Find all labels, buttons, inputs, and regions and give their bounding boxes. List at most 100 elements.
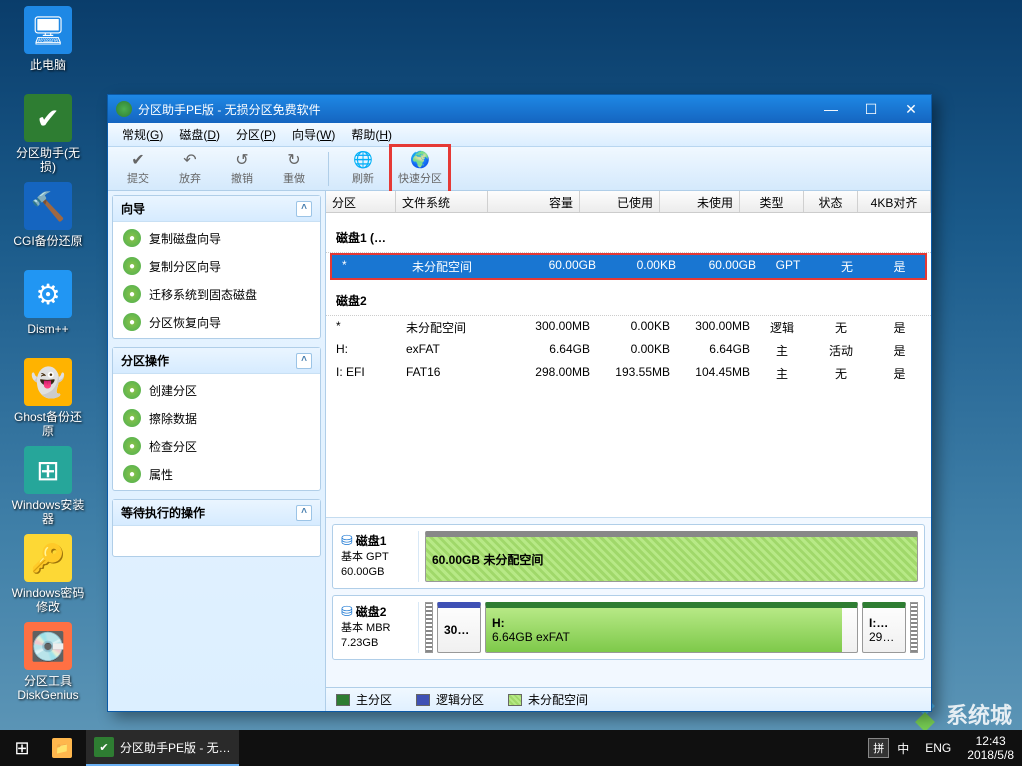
menubar: 常规(G)磁盘(D)分区(P)向导(W)帮助(H)	[108, 123, 931, 147]
panel-item[interactable]: ●创建分区	[113, 376, 320, 404]
toolbar-icon: ✔	[131, 152, 144, 170]
toolbar-放弃[interactable]: ↶放弃	[164, 149, 216, 189]
menu-D[interactable]: 磁盘(D)	[171, 126, 228, 143]
partition-row[interactable]: *未分配空间300.00MB0.00KB300.00MB逻辑无是	[326, 316, 931, 339]
desktop-icon-glyph: ⚙	[24, 270, 72, 318]
close-button[interactable]: ✕	[891, 95, 931, 123]
toolbar-提交[interactable]: ✔提交	[112, 149, 164, 189]
partition-row[interactable]: *未分配空间60.00GB0.00KB60.00GBGPT无是	[332, 255, 925, 278]
desktop-icon-5[interactable]: ⊞Windows安装器	[10, 446, 86, 526]
col-header[interactable]: 文件系统	[396, 191, 488, 212]
legend-unalloc: 未分配空间	[508, 691, 588, 708]
wizard-panel-body: ●复制磁盘向导●复制分区向导●迁移系统到固态磁盘●分区恢复向导	[113, 222, 320, 338]
desktop-icon-label: Windows密码修改	[10, 586, 86, 614]
desktop-icon-glyph: 🔑	[24, 534, 72, 582]
disk-segment[interactable]: 30…	[437, 602, 481, 653]
chevron-up-icon[interactable]: ˄	[296, 353, 312, 369]
ime-pinyin[interactable]: 拼	[868, 738, 889, 758]
ops-panel-title: 分区操作	[121, 352, 169, 369]
disk-segment[interactable]: I:…29…	[862, 602, 906, 653]
col-header[interactable]: 状态	[804, 191, 858, 212]
toolbar-快速分区[interactable]: 🌍快速分区	[394, 149, 446, 189]
wizard-icon: ●	[123, 381, 141, 399]
lang-ind[interactable]: ENG	[917, 741, 959, 755]
panel-item-label: 擦除数据	[149, 410, 197, 427]
toolbar-重做[interactable]: ↻重做	[268, 149, 320, 189]
panel-item[interactable]: ●检查分区	[113, 432, 320, 460]
pending-panel-header[interactable]: 等待执行的操作 ˄	[113, 500, 320, 526]
taskbar-explorer[interactable]: 📁	[44, 730, 86, 766]
ime-ind[interactable]: 中	[889, 740, 917, 757]
panel-item[interactable]: ●擦除数据	[113, 404, 320, 432]
wizard-icon: ●	[123, 313, 141, 331]
col-header[interactable]: 未使用	[660, 191, 740, 212]
desktop-icon-3[interactable]: ⚙Dism++	[10, 270, 86, 336]
menu-H[interactable]: 帮助(H)	[343, 126, 400, 143]
disk-segment[interactable]: 60.00GB 未分配空间	[425, 531, 918, 582]
desktop-icon-glyph: 🖥	[24, 6, 72, 54]
disk-map-block[interactable]: ⛁ 磁盘2基本 MBR7.23GB30…H:6.64GB exFATI:…29…	[332, 595, 925, 660]
toolbar-刷新[interactable]: 🌐刷新	[337, 149, 389, 189]
panel-item[interactable]: ●复制分区向导	[113, 252, 320, 280]
maximize-button[interactable]: ☐	[851, 95, 891, 123]
desktop-icon-glyph: 💽	[24, 622, 72, 670]
col-header[interactable]: 已使用	[580, 191, 660, 212]
panel-item[interactable]: ●复制磁盘向导	[113, 224, 320, 252]
tray-clock[interactable]: 12:43 2018/5/8	[959, 734, 1022, 762]
app-icon	[116, 101, 132, 117]
menu-G[interactable]: 常规(G)	[114, 126, 171, 143]
partition-list-body[interactable]: 磁盘1 (…*未分配空间60.00GB0.00KB60.00GBGPT无是磁盘2…	[326, 213, 931, 517]
panel-item[interactable]: ●分区恢复向导	[113, 308, 320, 336]
tray-time: 12:43	[967, 734, 1014, 748]
chevron-up-icon[interactable]: ˄	[296, 201, 312, 217]
menu-W[interactable]: 向导(W)	[284, 126, 343, 143]
desktop-icon-glyph: 👻	[24, 358, 72, 406]
desktop-icon-label: 此电脑	[10, 58, 86, 72]
wizard-icon: ●	[123, 229, 141, 247]
wizard-panel-title: 向导	[121, 200, 145, 217]
panel-item[interactable]: ●迁移系统到固态磁盘	[113, 280, 320, 308]
resize-handle[interactable]	[425, 602, 433, 653]
disk-segment[interactable]: H:6.64GB exFAT	[485, 602, 858, 653]
desktop-icon-6[interactable]: 🔑 Windows密码修改	[10, 534, 86, 614]
desktop-icon-0[interactable]: 🖥 此电脑	[10, 6, 86, 72]
wizard-panel: 向导 ˄ ●复制磁盘向导●复制分区向导●迁移系统到固态磁盘●分区恢复向导	[112, 195, 321, 339]
wizard-panel-header[interactable]: 向导 ˄	[113, 196, 320, 222]
panel-item[interactable]: ●属性	[113, 460, 320, 488]
disk-group[interactable]: 磁盘1 (…	[326, 223, 931, 253]
menu-P[interactable]: 分区(P)	[228, 126, 284, 143]
disk-map-block[interactable]: ⛁ 磁盘1基本 GPT60.00GB60.00GB 未分配空间	[332, 524, 925, 589]
desktop-icon-label: Ghost备份还原	[10, 410, 86, 438]
desktop-icon-2[interactable]: 🔨CGI备份还原	[10, 182, 86, 248]
toolbar-icon: ↻	[287, 152, 300, 170]
desktop-icon-4[interactable]: 👻 Ghost备份还原	[10, 358, 86, 438]
toolbar-label: 快速分区	[398, 170, 442, 186]
taskbar: ⊞ 📁 ✔ 分区助手PE版 - 无… 拼 中 ENG 12:43 2018/5/…	[0, 730, 1022, 766]
resize-handle[interactable]	[910, 602, 918, 653]
partition-row[interactable]: I: EFIFAT16298.00MB193.55MB104.45MB主无是	[326, 362, 931, 385]
col-header[interactable]: 分区	[326, 191, 396, 212]
col-header[interactable]: 类型	[740, 191, 804, 212]
toolbar-icon: 🌍	[410, 152, 430, 170]
desktop-icon-glyph: ⊞	[24, 446, 72, 494]
minimize-button[interactable]: —	[811, 95, 851, 123]
titlebar[interactable]: 分区助手PE版 - 无损分区免费软件 — ☐ ✕	[108, 95, 931, 123]
right-pane: 分区文件系统容量已使用未使用类型状态4KB对齐 磁盘1 (…*未分配空间60.0…	[326, 191, 931, 711]
watermark-text: 系统城	[946, 698, 1012, 730]
col-header[interactable]: 4KB对齐	[858, 191, 931, 212]
desktop-icon-7[interactable]: 💽分区工具DiskGenius	[10, 622, 86, 702]
toolbar-icon: ↶	[183, 152, 196, 170]
ops-panel-header[interactable]: 分区操作 ˄	[113, 348, 320, 374]
toolbar-label: 提交	[127, 170, 149, 186]
col-header[interactable]: 容量	[488, 191, 580, 212]
disk-group[interactable]: 磁盘2	[326, 286, 931, 316]
wizard-icon: ●	[123, 437, 141, 455]
toolbar-icon: ↺	[235, 152, 248, 170]
toolbar: ✔提交↶放弃↺撤销↻重做🌐刷新🌍快速分区	[108, 147, 931, 191]
taskbar-app[interactable]: ✔ 分区助手PE版 - 无…	[86, 730, 239, 766]
desktop-icon-1[interactable]: ✔分区助手(无损)	[10, 94, 86, 174]
chevron-up-icon[interactable]: ˄	[296, 505, 312, 521]
toolbar-撤销[interactable]: ↺撤销	[216, 149, 268, 189]
start-button[interactable]: ⊞	[0, 730, 44, 766]
partition-row[interactable]: H:exFAT6.64GB0.00KB6.64GB主活动是	[326, 339, 931, 362]
